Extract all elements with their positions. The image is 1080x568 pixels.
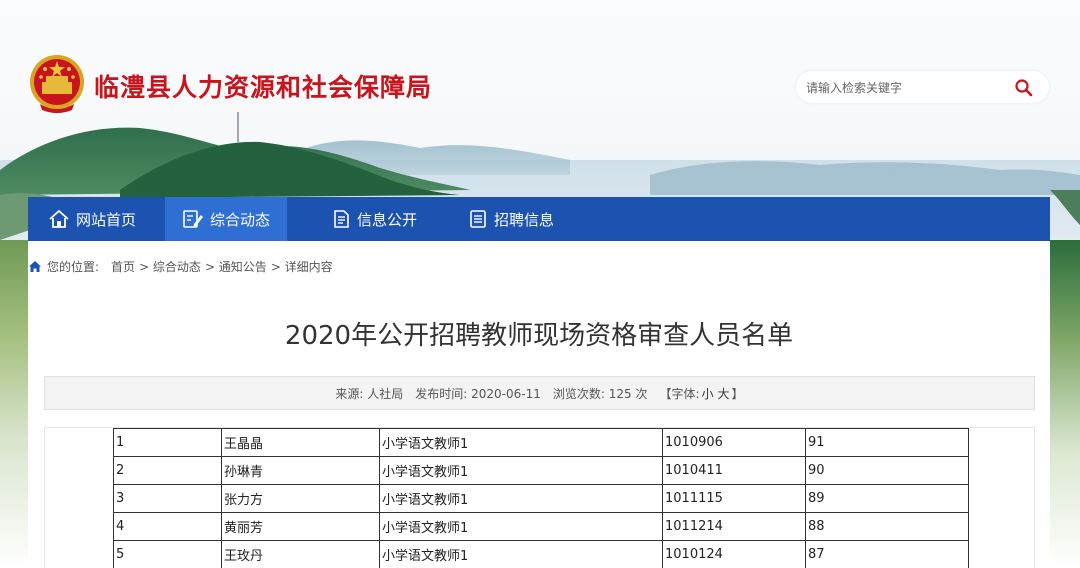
search-box — [796, 71, 1049, 103]
nav-item-label: 综合动态 — [210, 209, 270, 230]
breadcrumb: 您的位置: 首页 > 综合动态 > 通知公告 > 详细内容 — [28, 258, 337, 274]
nav-item-news[interactable]: 综合动态 — [165, 197, 287, 241]
cell-rank: 4 — [114, 513, 222, 541]
breadcrumb-item-news[interactable]: > 综合动态 — [139, 258, 201, 275]
cell-name: 黄丽芳 — [222, 513, 380, 541]
nav-item-label: 招聘信息 — [494, 209, 554, 230]
cell-score: 89 — [806, 485, 969, 513]
nav-item-home[interactable]: 网站首页 — [48, 197, 136, 241]
main-nav: 网站首页 综合动态 信息公开 招聘信息 — [28, 197, 1050, 241]
cell-exam-number: 1010906 — [663, 429, 806, 457]
meta-views: 浏览次数: 125 次 — [553, 385, 648, 402]
home-icon — [48, 209, 70, 229]
right-foliage-decoration — [1050, 240, 1080, 567]
breadcrumb-item-current: > 详细内容 — [271, 258, 333, 275]
cell-position: 小学语文教师1 — [380, 429, 663, 457]
table-row: 1王晶晶小学语文教师1101090691 — [114, 429, 969, 457]
breadcrumb-item-notices[interactable]: > 通知公告 — [205, 258, 267, 275]
search-input[interactable] — [804, 77, 1008, 99]
cell-rank: 5 — [114, 541, 222, 568]
cell-exam-number: 1011115 — [663, 485, 806, 513]
table-row: 3张力方小学语文教师1101111589 — [114, 485, 969, 513]
meta-date: 发布时间: 2020-06-11 — [415, 385, 541, 402]
table-row: 4黄丽芳小学语文教师1101121488 — [114, 513, 969, 541]
list-icon — [468, 209, 488, 229]
cell-rank: 3 — [114, 485, 222, 513]
table-row: 5王玫丹小学语文教师1101012487 — [114, 541, 969, 568]
cell-name: 王晶晶 — [222, 429, 380, 457]
cell-rank: 1 — [114, 429, 222, 457]
meta-font-suffix: 】 — [732, 385, 744, 402]
cell-exam-number: 1010411 — [663, 457, 806, 485]
cell-exam-number: 1010124 — [663, 541, 806, 568]
document-icon — [331, 209, 351, 229]
table-row: 2孙琳青小学语文教师1101041190 — [114, 457, 969, 485]
cell-score: 88 — [806, 513, 969, 541]
candidate-table: 1王晶晶小学语文教师11010906912孙琳青小学语文教师1101041190… — [113, 428, 969, 568]
nav-item-public-info[interactable]: 信息公开 — [331, 197, 417, 241]
content-panel: 您的位置: 首页 > 综合动态 > 通知公告 > 详细内容 2020年公开招聘教… — [28, 241, 1050, 567]
nav-item-recruitment[interactable]: 招聘信息 — [468, 197, 554, 241]
search-button[interactable] — [1014, 78, 1034, 98]
cell-score: 87 — [806, 541, 969, 568]
meta-font-prefix: 【字体: — [659, 385, 699, 402]
search-icon — [1014, 78, 1034, 98]
cell-position: 小学语文教师1 — [380, 457, 663, 485]
cell-position: 小学语文教师1 — [380, 541, 663, 568]
cell-position: 小学语文教师1 — [380, 485, 663, 513]
font-small-button[interactable]: 小 — [702, 385, 714, 402]
cell-name: 王玫丹 — [222, 541, 380, 568]
breadcrumb-home-icon — [28, 260, 42, 273]
cell-score: 91 — [806, 429, 969, 457]
cell-score: 90 — [806, 457, 969, 485]
cell-name: 张力方 — [222, 485, 380, 513]
left-foliage-decoration — [0, 240, 30, 567]
article-body: 1王晶晶小学语文教师11010906912孙琳青小学语文教师1101041190… — [44, 427, 1035, 568]
breadcrumb-prefix: 您的位置: — [47, 258, 99, 275]
font-large-button[interactable]: 大 — [718, 385, 730, 402]
cell-name: 孙琳青 — [222, 457, 380, 485]
edit-icon — [182, 209, 204, 229]
meta-source: 来源: 人社局 — [335, 385, 403, 402]
article-meta: 来源: 人社局 发布时间: 2020-06-11 浏览次数: 125 次 【字体… — [44, 376, 1035, 410]
breadcrumb-item-home[interactable]: 首页 — [111, 258, 135, 275]
nav-item-label: 信息公开 — [357, 209, 417, 230]
nav-item-label: 网站首页 — [76, 209, 136, 230]
cell-exam-number: 1011214 — [663, 513, 806, 541]
site-title: 临澧县人力资源和社会保障局 — [94, 68, 432, 104]
national-emblem-logo — [28, 52, 86, 116]
cell-rank: 2 — [114, 457, 222, 485]
cell-position: 小学语文教师1 — [380, 513, 663, 541]
page-title: 2020年公开招聘教师现场资格审查人员名单 — [28, 315, 1050, 352]
